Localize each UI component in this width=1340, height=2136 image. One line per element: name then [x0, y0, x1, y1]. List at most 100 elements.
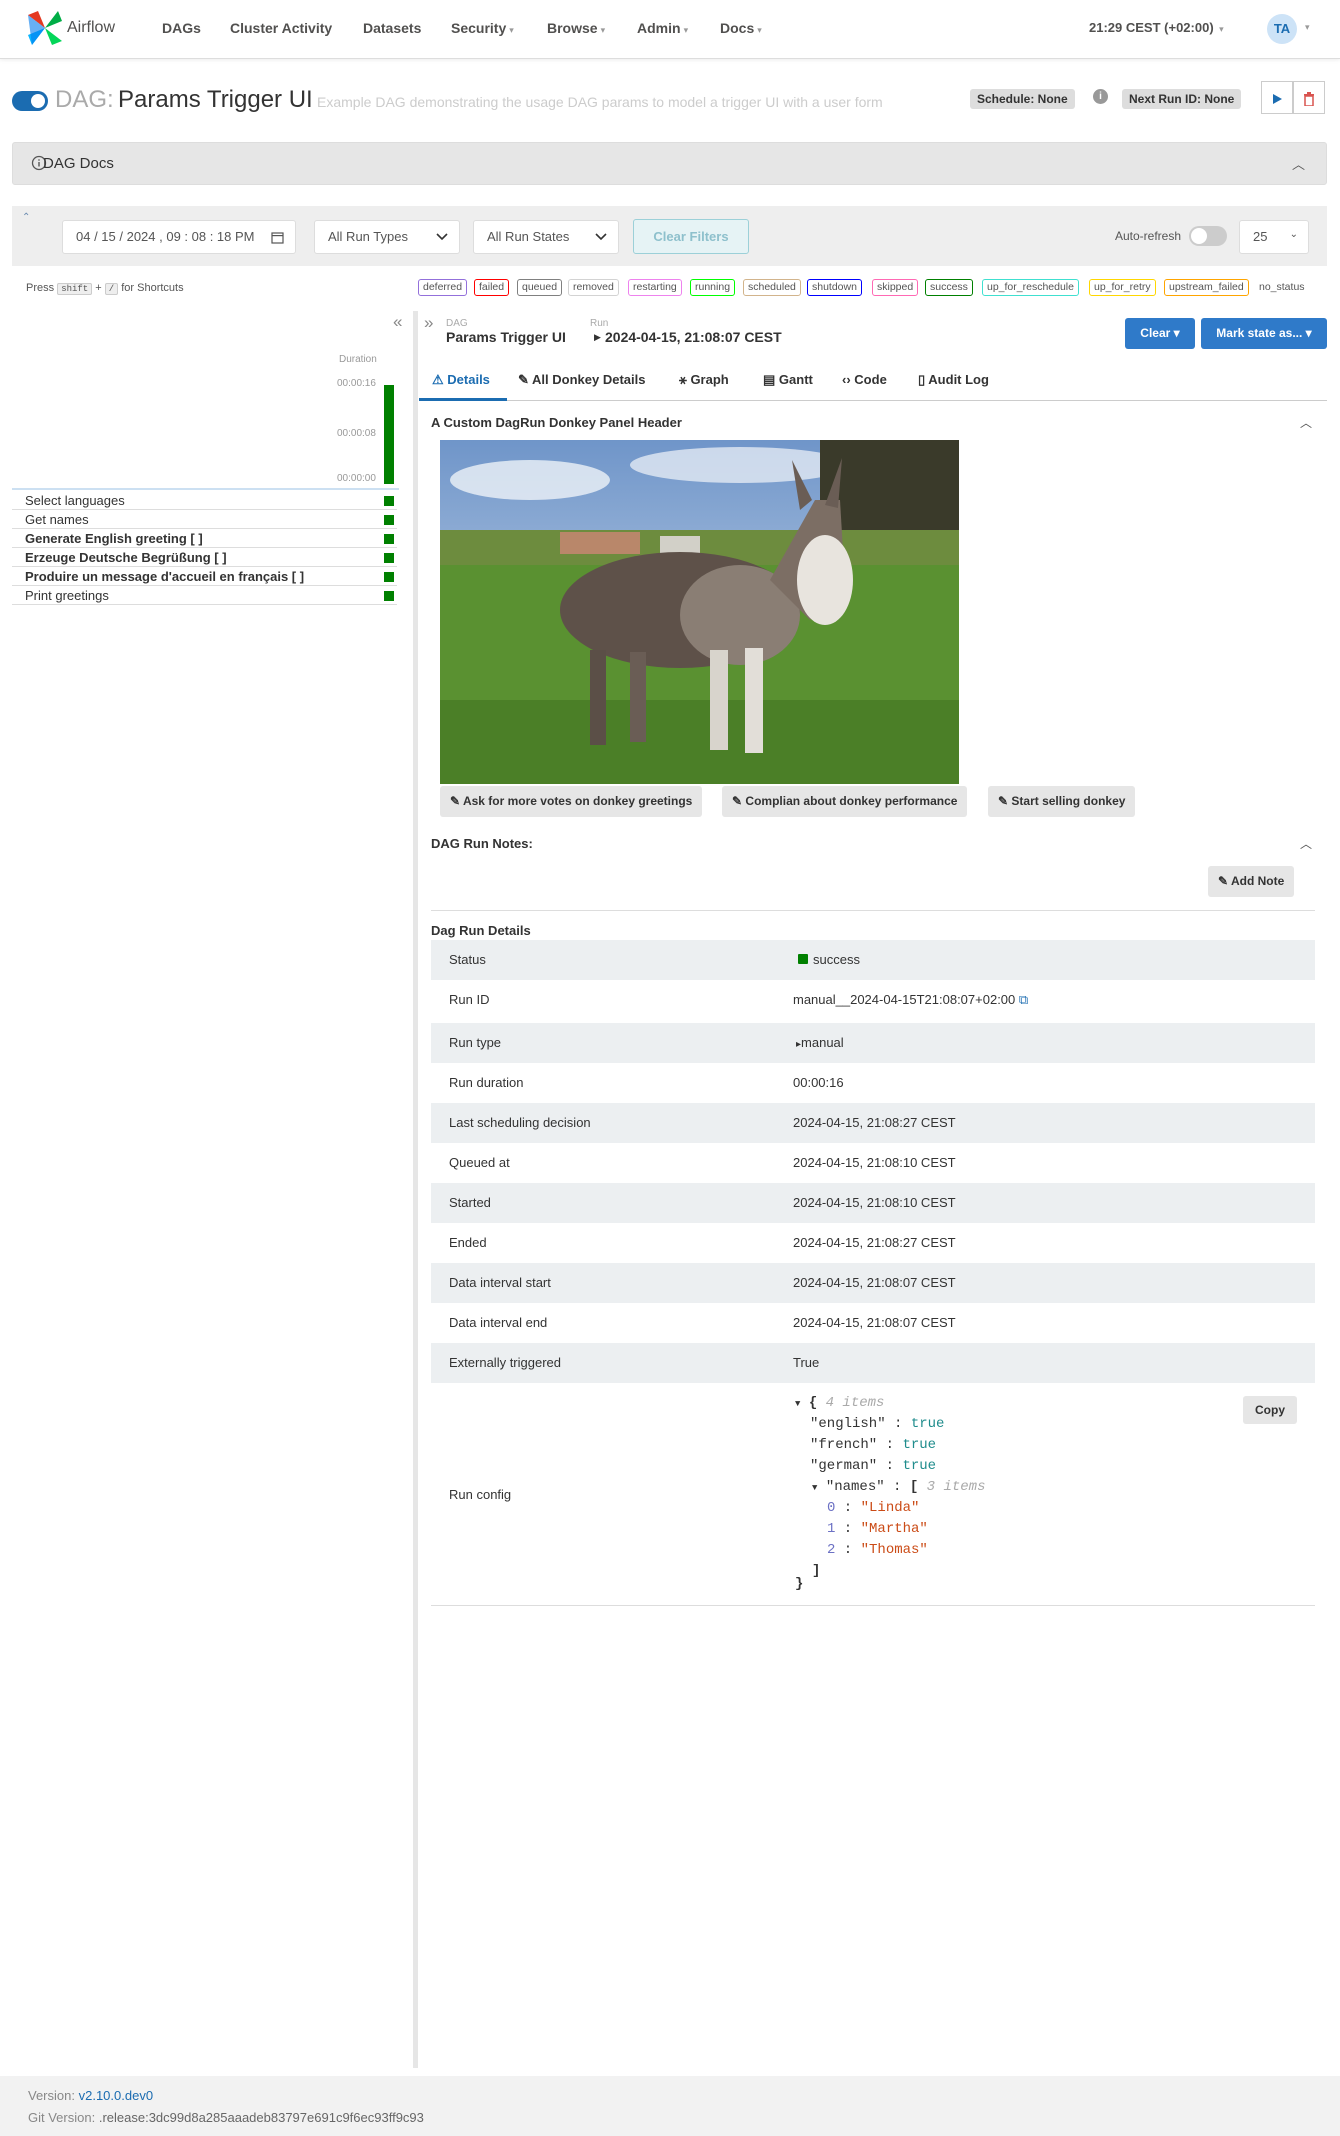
- tab-gantt[interactable]: ▤ Gantt: [763, 372, 813, 388]
- task-label[interactable]: Select languages: [25, 493, 125, 508]
- detail-value-cell: ▸manual: [796, 1035, 844, 1050]
- copy-icon[interactable]: ⧉: [1015, 992, 1028, 1007]
- nav-dags[interactable]: DAGs: [162, 20, 201, 36]
- chevron-up-icon[interactable]: ︿: [1300, 414, 1312, 431]
- detail-value: 2024-04-15, 21:08:10 CEST: [793, 1195, 956, 1210]
- task-instance-square[interactable]: [384, 496, 394, 506]
- info-icon[interactable]: i: [1093, 89, 1108, 104]
- nav-docs-label: Docs: [720, 20, 755, 36]
- tab-audit-log[interactable]: ▯ Audit Log: [918, 372, 989, 388]
- ask-votes-button[interactable]: ✎ Ask for more votes on donkey greetings: [440, 786, 703, 817]
- tab-code[interactable]: ‹› Code: [842, 372, 887, 387]
- legend-running[interactable]: running: [690, 279, 736, 296]
- nav-browse[interactable]: Browse ▾: [547, 20, 605, 36]
- detail-value-cell: 2024-04-15, 21:08:07 CEST: [793, 1315, 956, 1330]
- sell-donkey-button[interactable]: ✎ Start selling donkey: [988, 786, 1136, 817]
- mark-state-button[interactable]: Mark state as... ▾: [1201, 318, 1327, 349]
- json-names[interactable]: ▼ "names" : [ 3 items: [812, 1479, 985, 1495]
- add-note-button[interactable]: ✎ Add Note: [1208, 866, 1295, 897]
- timezone-clock[interactable]: 21:29 CEST (+02:00) ▾: [1089, 20, 1224, 35]
- legend-skipped[interactable]: skipped: [872, 279, 919, 296]
- nav-admin[interactable]: Admin ▾: [637, 20, 688, 36]
- legend-deferred[interactable]: deferred: [418, 279, 468, 296]
- task-instance-square[interactable]: [384, 515, 394, 525]
- nav-security[interactable]: Security ▾: [451, 20, 514, 36]
- task-instance-square[interactable]: [384, 534, 394, 544]
- section-divider: [431, 910, 1315, 911]
- legend-removed[interactable]: removed: [568, 279, 619, 296]
- nav-docs[interactable]: Docs ▾: [720, 20, 762, 36]
- legend-scheduled[interactable]: scheduled: [743, 279, 801, 296]
- legend-queued[interactable]: queued: [517, 279, 563, 296]
- version-link[interactable]: v2.10.0.dev0: [79, 2088, 153, 2103]
- legend-success[interactable]: success: [925, 279, 973, 296]
- chevron-down-icon[interactable]: ▾: [1305, 22, 1310, 33]
- chevron-down-icon: ▾: [683, 25, 689, 35]
- task-label[interactable]: Print greetings: [25, 588, 109, 603]
- nav-cluster-activity[interactable]: Cluster Activity: [230, 20, 332, 36]
- complain-button[interactable]: ✎ Complian about donkey performance: [722, 786, 968, 817]
- task-label[interactable]: Generate English greeting [ ]: [25, 531, 203, 546]
- clear-filters-button[interactable]: Clear Filters: [633, 219, 749, 254]
- airflow-logo[interactable]: [26, 9, 64, 47]
- legend-shutdown[interactable]: shutdown: [807, 279, 862, 296]
- pencil-icon: ✎: [732, 794, 743, 808]
- chevron-up-icon[interactable]: ︿: [1300, 835, 1312, 852]
- run-duration-bar[interactable]: [384, 385, 394, 484]
- task-label[interactable]: Erzeuge Deutsche Begrüßung [ ]: [25, 550, 227, 565]
- detail-row: Ended 2024-04-15, 21:08:27 CEST: [431, 1223, 1315, 1263]
- brand-name[interactable]: Airflow: [67, 19, 115, 37]
- dag-pause-toggle[interactable]: [12, 91, 48, 111]
- detail-row: Externally triggered True: [431, 1343, 1315, 1383]
- num-runs-select[interactable]: 25 ⌄: [1239, 220, 1309, 254]
- legend-up-for-retry[interactable]: up_for_retry: [1089, 279, 1156, 296]
- detail-row: Queued at 2024-04-15, 21:08:10 CEST: [431, 1143, 1315, 1183]
- collapse-up-icon[interactable]: ⌃: [22, 212, 30, 223]
- expand-right-icon[interactable]: »: [424, 313, 433, 333]
- auto-refresh-toggle[interactable]: [1189, 226, 1227, 246]
- user-avatar[interactable]: TA: [1267, 14, 1297, 44]
- chevron-down-icon: [436, 233, 448, 241]
- caret-down-icon: ▼: [812, 1483, 818, 1493]
- chevron-down-icon: ▾: [1216, 24, 1224, 34]
- breadcrumb-run-value[interactable]: 2024-04-15, 21:08:07 CEST: [605, 329, 782, 345]
- caret-down-icon: ▾: [1173, 326, 1180, 340]
- tab-graph[interactable]: ⚹ Graph: [679, 372, 729, 388]
- task-label[interactable]: Produire un message d'accueil en françai…: [25, 569, 304, 584]
- clear-button[interactable]: Clear ▾: [1125, 318, 1195, 349]
- play-icon: [1273, 93, 1282, 104]
- trigger-dag-button[interactable]: [1261, 81, 1293, 114]
- run-type-select[interactable]: All Run Types: [314, 220, 460, 254]
- nav-browse-label: Browse: [547, 20, 598, 36]
- base-date-input[interactable]: 04 / 15 / 2024 , 09 : 08 : 18 PM: [62, 220, 296, 254]
- json-root[interactable]: ▼ { 4 items: [795, 1395, 884, 1411]
- task-instance-square[interactable]: [384, 591, 394, 601]
- detail-key: Ended: [449, 1235, 487, 1250]
- collapse-left-icon[interactable]: «: [393, 312, 402, 332]
- dag-title[interactable]: Params Trigger UI: [118, 86, 313, 114]
- chevron-up-icon[interactable]: ︿: [1292, 154, 1305, 173]
- caret-down-icon: ▼: [795, 1399, 801, 1409]
- task-instance-square[interactable]: [384, 553, 394, 563]
- breadcrumb-dag-value[interactable]: Params Trigger UI: [446, 329, 566, 345]
- copy-config-button[interactable]: Copy: [1243, 1396, 1297, 1424]
- dag-prefix: DAG:: [55, 86, 114, 113]
- delete-dag-button[interactable]: [1293, 81, 1325, 114]
- run-state-select[interactable]: All Run States: [473, 220, 619, 254]
- duration-tick-mid: 00:00:08: [337, 428, 376, 439]
- detail-key: Status: [449, 952, 486, 967]
- tab-details[interactable]: ⚠ Details: [432, 372, 490, 388]
- legend-no-status[interactable]: no_status: [1254, 279, 1310, 296]
- document-icon: ▯: [918, 372, 926, 387]
- task-instance-square[interactable]: [384, 572, 394, 582]
- legend-failed[interactable]: failed: [474, 279, 510, 296]
- legend-restarting[interactable]: restarting: [628, 279, 682, 296]
- tab-all-donkey-details[interactable]: ✎ All Donkey Details: [518, 372, 645, 388]
- task-label[interactable]: Get names: [25, 512, 89, 527]
- legend-up-for-reschedule[interactable]: up_for_reschedule: [982, 279, 1079, 296]
- legend-upstream-failed[interactable]: upstream_failed: [1164, 279, 1249, 296]
- nav-datasets[interactable]: Datasets: [363, 20, 421, 36]
- panel-resize-handle[interactable]: [413, 311, 418, 2068]
- dag-docs-panel[interactable]: [12, 142, 1327, 185]
- footer: [0, 2076, 1340, 2136]
